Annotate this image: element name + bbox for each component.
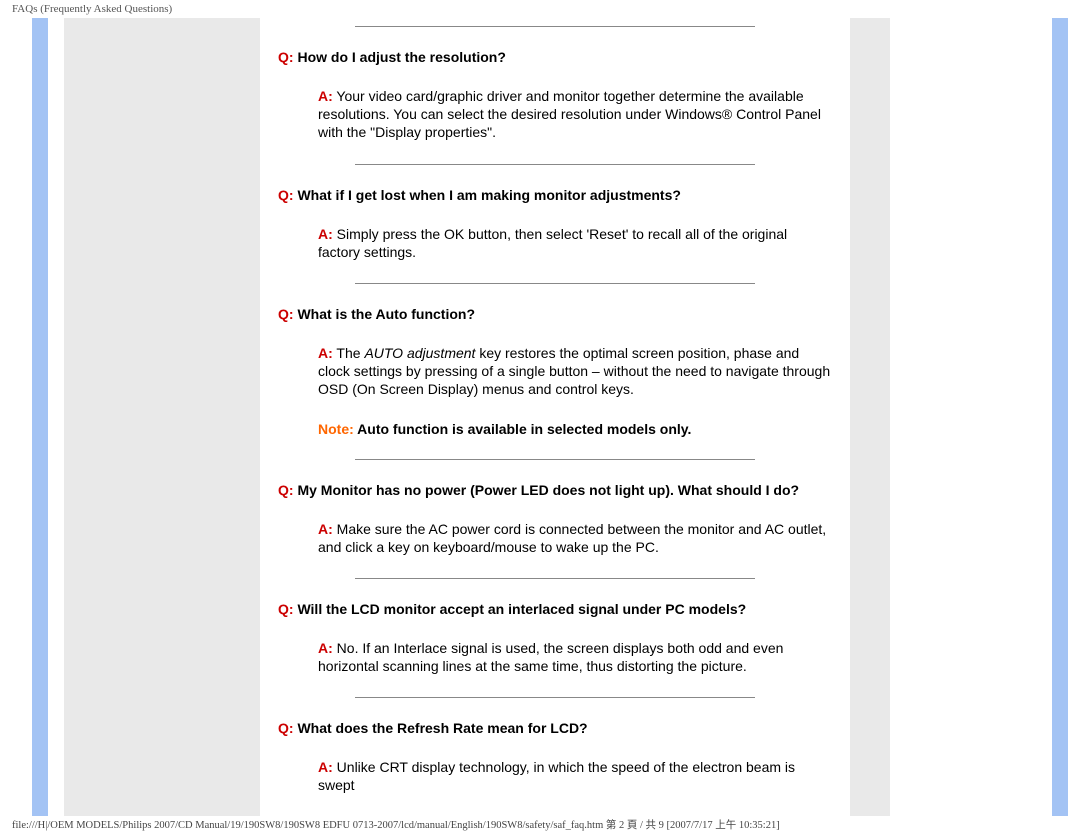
question-text: What if I get lost when I am making moni… [297,187,680,203]
answer-block: A: Unlike CRT display technology, in whi… [278,758,832,794]
page-footer: file:///H|/OEM MODELS/Philips 2007/CD Ma… [12,817,780,832]
a-prefix: A: [318,640,333,656]
faq-item: Q: What is the Auto function? A: The AUT… [278,306,832,460]
question-text: What does the Refresh Rate mean for LCD? [297,720,587,736]
divider [355,578,755,579]
question-text: Will the LCD monitor accept an interlace… [297,601,746,617]
a-prefix: A: [318,226,333,242]
q-prefix: Q: [278,49,294,65]
question-line: Q: Will the LCD monitor accept an interl… [278,601,832,617]
faq-item: Q: What does the Refresh Rate mean for L… [278,720,832,794]
faq-item: Q: Will the LCD monitor accept an interl… [278,601,832,698]
a-prefix: A: [318,759,333,775]
answer-block: A: Your video card/graphic driver and mo… [278,87,832,142]
right-gutter [850,18,890,816]
q-prefix: Q: [278,482,294,498]
a-prefix: A: [318,88,333,104]
a-prefix: A: [318,521,333,537]
faq-item: Q: How do I adjust the resolution? A: Yo… [278,49,832,165]
answer-text-pre: The [336,345,364,361]
note-prefix: Note: [318,421,354,437]
q-prefix: Q: [278,601,294,617]
q-prefix: Q: [278,187,294,203]
faq-item: Q: What if I get lost when I am making m… [278,187,832,284]
answer-text: No. If an Interlace signal is used, the … [318,640,783,674]
left-padding [0,18,32,816]
answer-text-italic: AUTO adjustment [364,345,475,361]
answer-text: Your video card/graphic driver and monit… [318,88,821,140]
question-line: Q: What if I get lost when I am making m… [278,187,832,203]
note-block: Note: Auto function is available in sele… [278,421,832,437]
note-text: Auto function is available in selected m… [357,421,691,437]
right-padding [1068,18,1080,816]
page-header-title: FAQs (Frequently Asked Questions) [12,3,172,15]
divider [355,26,755,27]
answer-block: A: The AUTO adjustment key restores the … [278,344,832,399]
a-prefix: A: [318,345,333,361]
question-text: How do I adjust the resolution? [297,49,505,65]
q-prefix: Q: [278,306,294,322]
question-line: Q: What is the Auto function? [278,306,832,322]
answer-block: A: No. If an Interlace signal is used, t… [278,639,832,675]
footer-text: file:///H|/OEM MODELS/Philips 2007/CD Ma… [12,820,780,831]
page-body: Q: How do I adjust the resolution? A: Yo… [0,18,1080,816]
answer-text: Make sure the AC power cord is connected… [318,521,826,555]
right-gap [890,18,1052,816]
left-gap [48,18,64,816]
answer-text: Unlike CRT display technology, in which … [318,759,795,793]
answer-block: A: Make sure the AC power cord is connec… [278,520,832,556]
question-line: Q: How do I adjust the resolution? [278,49,832,65]
answer-block: A: Simply press the OK button, then sele… [278,225,832,261]
question-text: My Monitor has no power (Power LED does … [297,482,799,498]
divider [355,164,755,165]
q-prefix: Q: [278,720,294,736]
faq-item: Q: My Monitor has no power (Power LED do… [278,482,832,579]
divider [355,459,755,460]
right-accent-bar [1052,18,1068,816]
question-line: Q: What does the Refresh Rate mean for L… [278,720,832,736]
page-header: FAQs (Frequently Asked Questions) [0,0,1080,18]
question-line: Q: My Monitor has no power (Power LED do… [278,482,832,498]
question-text: What is the Auto function? [297,306,475,322]
content-column: Q: How do I adjust the resolution? A: Yo… [260,18,850,816]
divider [355,283,755,284]
answer-text: Simply press the OK button, then select … [318,226,787,260]
divider [355,697,755,698]
left-accent-bar [32,18,48,816]
sidebar-column [64,18,260,816]
